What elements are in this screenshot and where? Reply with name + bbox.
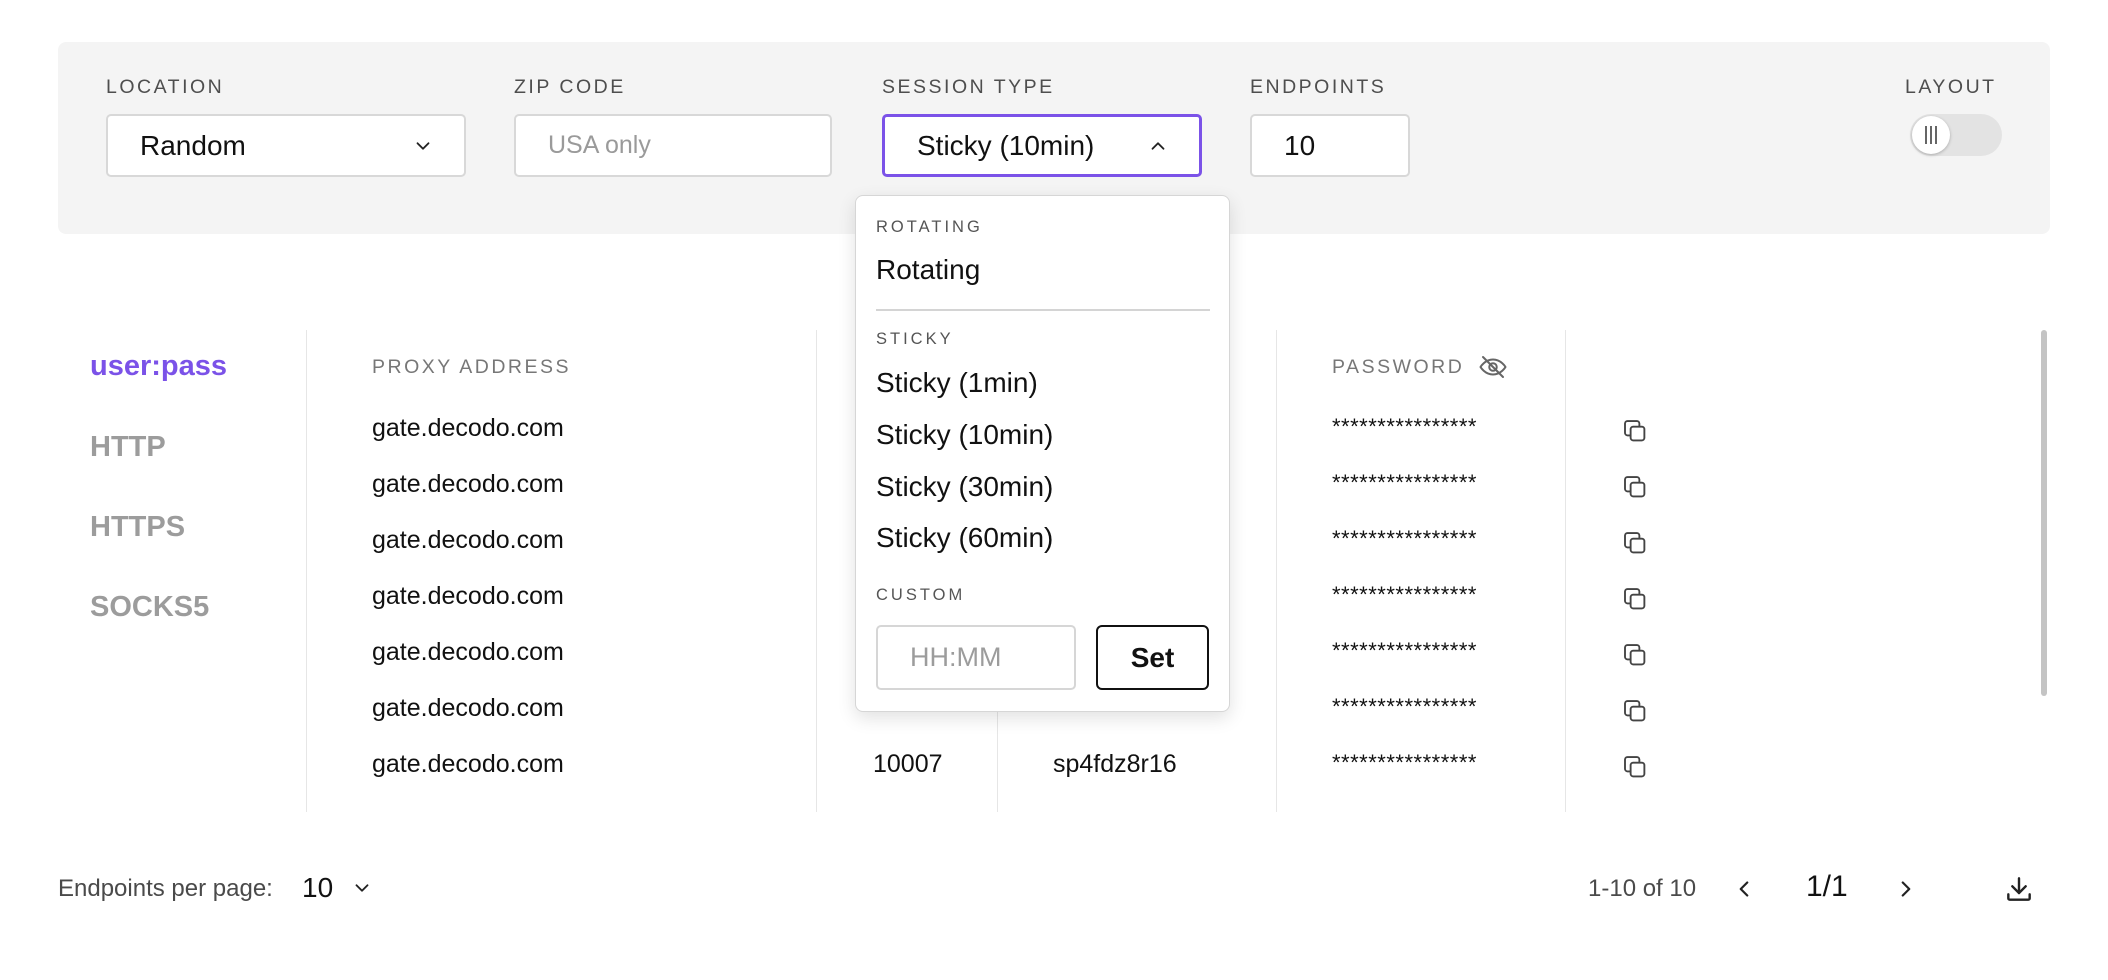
next-page-button[interactable]: [1893, 876, 1919, 902]
protocol-https[interactable]: HTTPS: [90, 511, 185, 544]
endpoints-input[interactable]: 10: [1250, 114, 1410, 177]
password-header: PASSWORD: [1332, 356, 1465, 378]
zip-code-input[interactable]: USA only: [514, 114, 832, 177]
zip-code-placeholder: USA only: [548, 131, 651, 159]
chevron-down-icon: [351, 877, 373, 899]
protocol-http[interactable]: HTTP: [90, 431, 166, 464]
sticky-section-header: STICKY: [876, 330, 954, 348]
proxy-address-cell: gate.decodo.com: [372, 582, 564, 610]
proxy-address-cell: gate.decodo.com: [372, 638, 564, 666]
option-sticky-10min[interactable]: Sticky (10min): [876, 419, 1053, 451]
column-divider: [1565, 330, 1566, 812]
chevron-left-icon: [1739, 881, 1749, 897]
column-divider: [1276, 330, 1277, 812]
eye-off-icon[interactable]: [1478, 352, 1508, 382]
layout-label: LAYOUT: [1905, 76, 1997, 98]
location-label: LOCATION: [106, 76, 225, 98]
endpoints-label: ENDPOINTS: [1250, 76, 1387, 98]
prev-page-button[interactable]: [1731, 876, 1757, 902]
column-divider: [816, 330, 817, 812]
proxy-address-cell: gate.decodo.com: [372, 414, 564, 442]
download-button[interactable]: [2003, 873, 2035, 905]
proxy-address-cell: gate.decodo.com: [372, 470, 564, 498]
session-type-dropdown: ROTATING Rotating STICKY Sticky (1min) S…: [855, 195, 1230, 712]
per-page-value: 10: [302, 872, 334, 903]
proxy-address-cell: gate.decodo.com: [372, 694, 564, 722]
chevron-down-icon: [412, 135, 434, 157]
table-scrollbar[interactable]: [2041, 330, 2047, 696]
download-icon: [2007, 877, 2031, 901]
custom-section-header: CUSTOM: [876, 586, 966, 604]
session-type-label: SESSION TYPE: [882, 76, 1055, 98]
protocol-socks5[interactable]: SOCKS5: [90, 591, 209, 624]
option-rotating[interactable]: Rotating: [876, 254, 980, 286]
endpoints-value: 10: [1284, 129, 1316, 161]
copy-icon[interactable]: [1620, 640, 1650, 670]
password-cell: ****************: [1332, 414, 1477, 439]
set-button[interactable]: Set: [1096, 625, 1209, 690]
custom-duration-input[interactable]: HH:MM: [876, 625, 1076, 690]
copy-icon[interactable]: [1620, 752, 1650, 782]
zip-code-label: ZIP CODE: [514, 76, 626, 98]
range-text: 1-10 of 10: [1588, 875, 1697, 902]
per-page-label: Endpoints per page:: [58, 875, 273, 902]
page-indicator: 1/1: [1806, 870, 1848, 903]
columns-icon: [1912, 116, 1950, 154]
username-cell: sp4fdz8r16: [1053, 750, 1177, 778]
copy-icon[interactable]: [1620, 528, 1650, 558]
option-sticky-60min[interactable]: Sticky (60min): [876, 522, 1053, 554]
location-select[interactable]: Random: [106, 114, 466, 177]
option-sticky-1min[interactable]: Sticky (1min): [876, 367, 1038, 399]
proxy-address-cell: gate.decodo.com: [372, 750, 564, 778]
proxy-address-cell: gate.decodo.com: [372, 526, 564, 554]
password-cell: ****************: [1332, 470, 1477, 495]
dropdown-divider: [876, 309, 1210, 311]
password-cell: ****************: [1332, 694, 1477, 719]
chevron-right-icon: [1901, 881, 1911, 897]
port-cell: 10007: [873, 750, 943, 778]
proxy-address-header: PROXY ADDRESS: [372, 356, 572, 378]
password-cell: ****************: [1332, 638, 1477, 663]
copy-icon[interactable]: [1620, 696, 1650, 726]
per-page-select[interactable]: 10: [302, 872, 373, 904]
session-type-value: Sticky (10min): [917, 129, 1095, 161]
protocol-user-pass[interactable]: user:pass: [90, 350, 227, 383]
option-sticky-30min[interactable]: Sticky (30min): [876, 471, 1053, 503]
password-cell: ****************: [1332, 582, 1477, 607]
column-divider: [306, 330, 307, 812]
copy-icon[interactable]: [1620, 472, 1650, 502]
chevron-up-icon: [1147, 135, 1169, 157]
copy-icon[interactable]: [1620, 416, 1650, 446]
session-type-select[interactable]: Sticky (10min): [882, 114, 1202, 177]
copy-icon[interactable]: [1620, 584, 1650, 614]
password-cell: ****************: [1332, 750, 1477, 775]
password-cell: ****************: [1332, 526, 1477, 551]
location-value: Random: [140, 129, 246, 161]
rotating-section-header: ROTATING: [876, 218, 983, 236]
layout-toggle[interactable]: [1910, 114, 2002, 156]
